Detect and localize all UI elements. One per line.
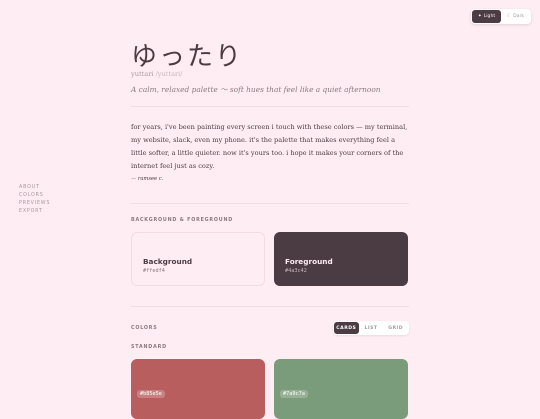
dark-mode-button[interactable]: ☾ Dark (501, 10, 530, 23)
nav-item-about[interactable]: ABOUT (19, 185, 50, 190)
foreground-card[interactable]: Foreground #4a3c42 (274, 232, 408, 286)
bg-fg-section-label: BACKGROUND & FOREGROUND (131, 218, 234, 223)
view-grid-button[interactable]: GRID (383, 322, 408, 334)
foreground-card-name: Foreground (285, 257, 333, 266)
romaji-line: yuttari /yuttari/ (131, 70, 182, 78)
background-card[interactable]: Background #ffedf4 (131, 232, 265, 286)
light-mode-button[interactable]: ✦ Light (472, 10, 501, 23)
page-title: ゆったり (131, 42, 244, 72)
background-card-hex: #ffedf4 (143, 268, 165, 274)
divider (131, 203, 409, 204)
color-card[interactable]: #7a9c7a (274, 359, 408, 419)
dark-mode-label: Dark (513, 14, 525, 19)
nav-item-colors[interactable]: COLORS (19, 193, 50, 198)
sun-icon: ✦ (477, 14, 482, 19)
romaji-text: yuttari (131, 70, 154, 78)
standard-subsection-label: STANDARD (131, 345, 167, 350)
side-nav: ABOUT COLORS PREVIEWS EXPORT (19, 185, 50, 214)
moon-icon: ☾ (506, 14, 512, 19)
divider (131, 106, 409, 107)
tagline: A calm, relaxed palette 〜 soft hues that… (131, 85, 381, 94)
color-card-hex: #b85e5e (137, 390, 165, 398)
view-cards-button[interactable]: CARDS (334, 322, 359, 334)
view-toggle: CARDS LIST GRID (333, 321, 409, 335)
view-list-button[interactable]: LIST (359, 322, 384, 334)
nav-item-previews[interactable]: PREVIEWS (19, 201, 50, 206)
foreground-card-hex: #4a3c42 (285, 268, 307, 274)
theme-toggle: ✦ Light ☾ Dark (471, 9, 531, 24)
signature: — ramsee c. (131, 176, 164, 182)
color-card[interactable]: #b85e5e (131, 359, 265, 419)
color-card-hex: #7a9c7a (280, 390, 308, 398)
reading-text: /yuttari/ (155, 70, 183, 78)
background-card-name: Background (143, 257, 193, 266)
nav-item-export[interactable]: EXPORT (19, 209, 50, 214)
divider (131, 306, 409, 307)
light-mode-label: Light (483, 14, 496, 19)
about-text: for years, i've been painting every scre… (131, 123, 408, 170)
colors-section-label: COLORS (131, 326, 158, 331)
